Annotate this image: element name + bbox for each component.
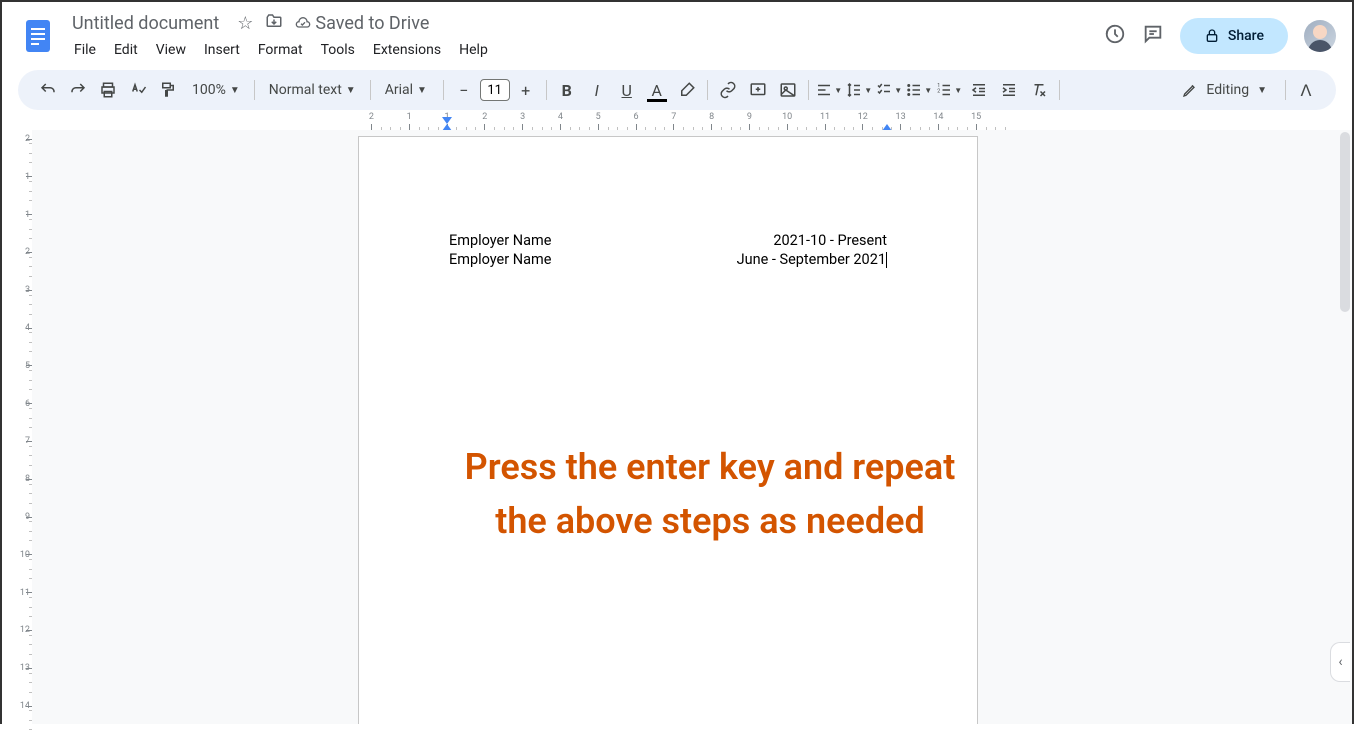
font-select[interactable]: Arial▼ — [377, 78, 437, 102]
text-cursor — [886, 252, 887, 268]
font-increase-button[interactable]: + — [512, 76, 540, 104]
highlight-button[interactable] — [673, 76, 701, 104]
bulleted-list-button[interactable]: ▼ — [905, 76, 933, 104]
move-icon[interactable] — [265, 12, 283, 35]
menu-insert[interactable]: Insert — [196, 38, 248, 62]
line-spacing-button[interactable]: ▼ — [845, 76, 873, 104]
checklist-button[interactable]: ▼ — [875, 76, 903, 104]
menu-extensions[interactable]: Extensions — [365, 38, 449, 62]
app-header: Untitled document ☆ Saved to Drive File … — [2, 2, 1352, 62]
horizontal-ruler[interactable]: 21123456789101112131415 — [2, 114, 1352, 130]
share-label: Share — [1228, 28, 1264, 44]
font-size-input[interactable] — [480, 79, 510, 101]
italic-button[interactable]: I — [583, 76, 611, 104]
side-panel-toggle[interactable]: ‹ — [1330, 642, 1350, 682]
svg-text:2: 2 — [937, 88, 940, 94]
menu-view[interactable]: View — [148, 38, 194, 62]
zoom-select[interactable]: 100%▼ — [184, 78, 248, 102]
collapse-toolbar-button[interactable]: ᐱ — [1292, 76, 1320, 104]
document-line[interactable]: Employer Name 2021-10 - Present — [449, 232, 887, 251]
document-title[interactable]: Untitled document — [66, 11, 225, 36]
header-right: Share — [1104, 18, 1336, 54]
document-line[interactable]: Employer Name June - September 2021 — [449, 251, 887, 270]
link-button[interactable] — [714, 76, 742, 104]
print-button[interactable] — [94, 76, 122, 104]
add-comment-button[interactable] — [744, 76, 772, 104]
align-button[interactable]: ▼ — [815, 76, 843, 104]
style-select[interactable]: Normal text▼ — [261, 78, 364, 102]
bold-button[interactable]: B — [553, 76, 581, 104]
line-left: Employer Name — [449, 251, 551, 270]
workspace: 211234567891011121314 Employer Name 2021… — [2, 130, 1352, 724]
star-icon[interactable]: ☆ — [237, 13, 253, 34]
underline-button[interactable]: U — [613, 76, 641, 104]
docs-logo[interactable] — [18, 16, 58, 56]
title-area: Untitled document ☆ Saved to Drive File … — [66, 11, 1104, 62]
share-button[interactable]: Share — [1180, 18, 1288, 54]
paint-format-button[interactable] — [154, 76, 182, 104]
font-decrease-button[interactable]: − — [450, 76, 478, 104]
redo-button[interactable] — [64, 76, 92, 104]
insert-image-button[interactable] — [774, 76, 802, 104]
history-icon[interactable] — [1104, 23, 1126, 50]
user-avatar[interactable] — [1304, 20, 1336, 52]
vertical-scrollbar[interactable] — [1340, 132, 1350, 312]
undo-button[interactable] — [34, 76, 62, 104]
editing-mode-button[interactable]: Editing ▼ — [1170, 76, 1279, 104]
spellcheck-button[interactable] — [124, 76, 152, 104]
decrease-indent-button[interactable] — [965, 76, 993, 104]
page[interactable]: Employer Name 2021-10 - Present Employer… — [358, 136, 978, 724]
menu-help[interactable]: Help — [451, 38, 496, 62]
line-left: Employer Name — [449, 232, 551, 251]
menu-tools[interactable]: Tools — [313, 38, 363, 62]
document-canvas[interactable]: Employer Name 2021-10 - Present Employer… — [32, 130, 1352, 724]
vertical-ruler[interactable]: 211234567891011121314 — [2, 130, 32, 724]
increase-indent-button[interactable] — [995, 76, 1023, 104]
comment-icon[interactable] — [1142, 23, 1164, 50]
text-color-button[interactable]: A — [643, 76, 671, 104]
numbered-list-button[interactable]: 12▼ — [935, 76, 963, 104]
clear-formatting-button[interactable] — [1025, 76, 1053, 104]
menu-bar: File Edit View Insert Format Tools Exten… — [66, 38, 1104, 62]
line-right: June - September 2021 — [737, 251, 887, 270]
toolbar: 100%▼ Normal text▼ Arial▼ − + B I U A ▼ … — [18, 70, 1336, 110]
line-right: 2021-10 - Present — [773, 232, 887, 251]
menu-file[interactable]: File — [66, 38, 104, 62]
menu-format[interactable]: Format — [250, 38, 311, 62]
save-status: Saved to Drive — [295, 13, 429, 34]
menu-edit[interactable]: Edit — [106, 38, 146, 62]
